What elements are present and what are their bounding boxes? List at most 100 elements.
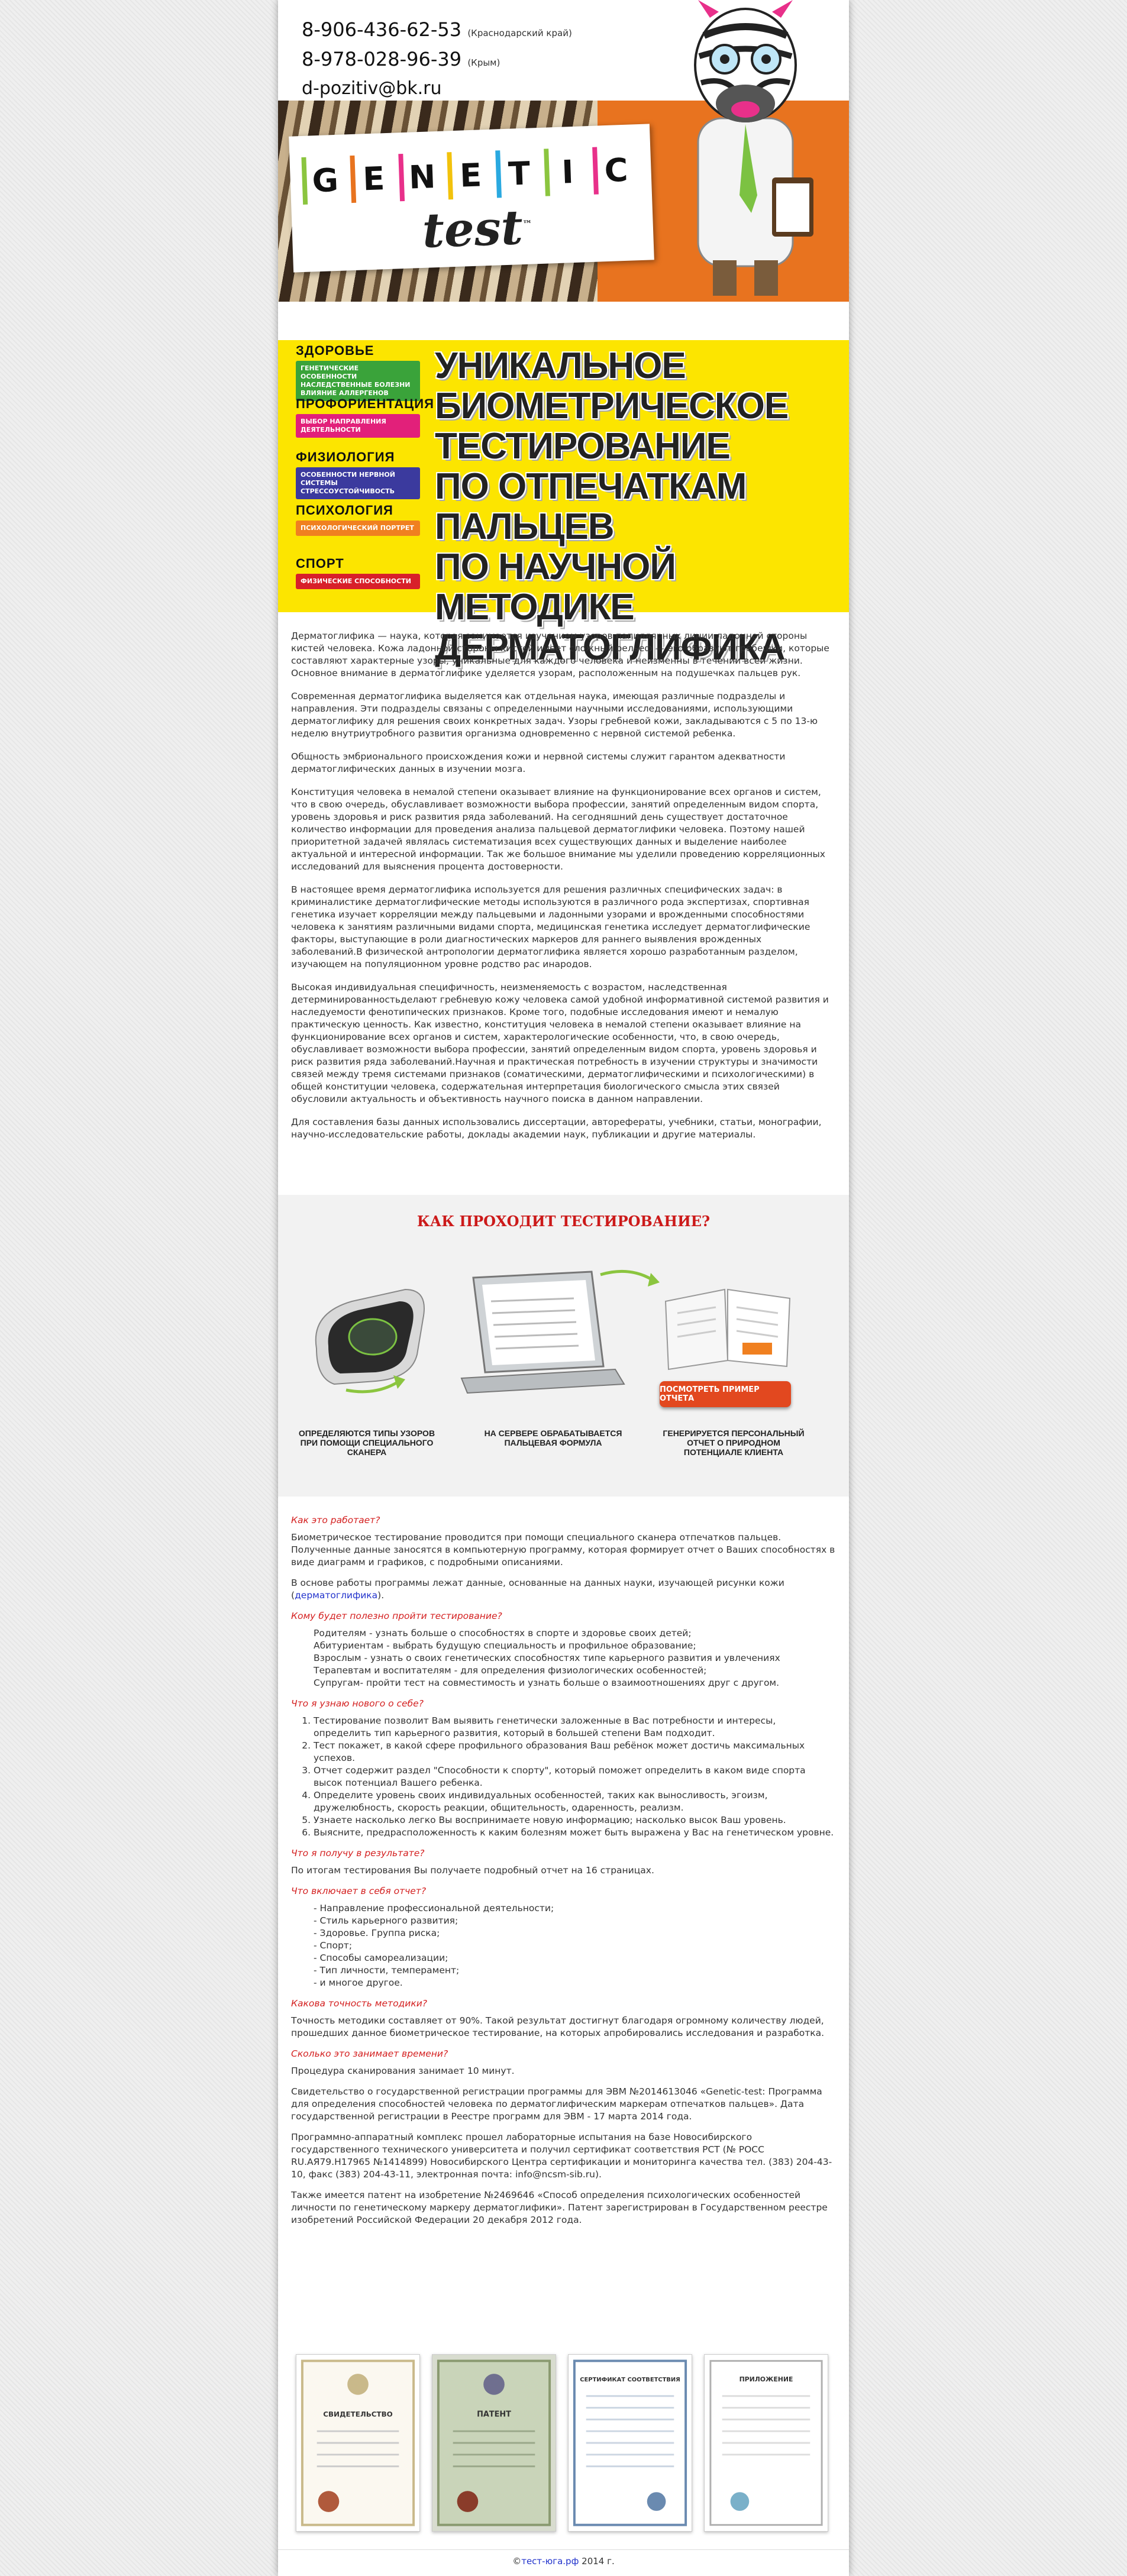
patent-paragraph: Также имеется патент на изобретение №246… [291,2190,828,2225]
genetic-test-logo: G E N E T I C test™ [289,124,654,273]
view-report-sample-button[interactable]: ПОСМОТРЕТЬ ПРИМЕР ОТЧЕТА [660,1381,791,1407]
faq-question: Сколько это занимает времени? [291,2048,448,2059]
article-text: Дерматоглифика — наука, которая занимает… [291,630,835,1152]
category-line: СТРЕССОУСТОЙЧИВОСТЬ [301,487,395,495]
logo-letter: C [592,146,635,195]
category-physiology: ФИЗИОЛОГИЯ ОСОБЕННОСТИ НЕРВНОЙ СИСТЕМЫ С… [296,450,420,499]
faq-answer-list: Тестирование позволит Вам выявить генети… [291,1715,835,1839]
list-item: - Спорт; [314,1940,353,1951]
list-item: Взрослым - узнать о своих генетических с… [314,1653,780,1663]
list-item: Определите уровень своих индивидуальных … [314,1789,835,1814]
category-title: ПСИХОЛОГИЯ [296,503,393,518]
main-headline: УНИКАЛЬНОЕ БИОМЕТРИЧЕСКОЕ ТЕСТИРОВАНИЕ П… [435,346,843,668]
report-booklet-image [664,1288,791,1371]
footer-year: 2014 г. [579,2556,615,2567]
category-health: ЗДОРОВЬЕ ГЕНЕТИЧЕСКИЕ ОСОБЕННОСТИ НАСЛЕД… [296,343,420,401]
list-item: Терапевтам и воспитателям - для определе… [314,1665,707,1676]
article-paragraph: Конституция человека в немалой степени о… [291,787,825,872]
faq-answer-list: Родителям - узнать больше о способностях… [291,1627,835,1689]
contacts: 8-906-436-62-53 (Краснодарский край) 8-9… [302,17,657,102]
faq-section: Как это работает? Биометрическое тестиро… [291,1514,835,2235]
step-caption: НА СЕРВЕРЕ ОБРАБАТЫВАЕТСЯ ПАЛЬЦЕВАЯ ФОРМ… [484,1428,622,1447]
list-item: Выясните, предрасположенность к каким бо… [314,1827,835,1839]
category-line: ДЕЯТЕЛЬНОСТИ [301,426,361,434]
patent-thumbnail[interactable]: ПАТЕНТ [432,2354,556,2532]
phone-number[interactable]: 8-906-436-62-53 [302,18,461,41]
step-caption: ГЕНЕРИРУЕТСЯ ПЕРСОНАЛЬНЫЙ ОТЧЕТ О ПРИРОД… [663,1428,805,1457]
certificates-gallery: СВИДЕТЕЛЬСТВО ПАТЕНТ СЕРТИФИКАТ СООТВЕТС… [296,2354,834,2532]
article-paragraph: Высокая индивидуальная специфичность, не… [291,982,829,1104]
category-title: ЗДОРОВЬЕ [296,343,374,358]
list-item: - Здоровье. Группа риска; [314,1928,440,1938]
logo-letter: G [301,156,345,205]
category-line: ПСИХОЛОГИЧЕСКИЙ ПОРТРЕТ [301,524,414,532]
dermatoglyphics-link[interactable]: дерматоглифика [295,1590,377,1601]
email-link[interactable]: d-pozitiv@bk.ru [302,76,657,102]
faq-answer: В основе работы программы лежат данные, … [291,1578,784,1601]
logo-letter: I [544,147,587,196]
logo-letters: G E N E T I C [301,146,635,205]
certificate-thumbnail[interactable]: СЕРТИФИКАТ СООТВЕТСТВИЯ [568,2354,692,2532]
list-item: Отчет содержит раздел "Способности к спо… [314,1764,835,1789]
footer-site-link[interactable]: тест-юга.рф [521,2556,579,2567]
logo-letter: T [495,149,538,198]
certificate-title: СВИДЕТЕЛЬСТВО [323,2410,392,2418]
article-paragraph: Для составления базы данных использовали… [291,1117,822,1140]
logo-letter: E [447,150,490,200]
feature-banner: ЗДОРОВЬЕ ГЕНЕТИЧЕСКИЕ ОСОБЕННОСТИ НАСЛЕД… [278,340,849,668]
headline-line: ПО НАУЧНОЙ МЕТОДИКЕ [435,547,676,628]
faq-question: Кому будет полезно пройти тестирование? [291,1611,502,1621]
phone-line-2: 8-978-028-96-39 (Крым) [302,46,657,76]
list-item: - и многое другое. [314,1977,403,1988]
faq-question: Как это работает? [291,1515,380,1525]
category-title: СПОРТ [296,556,344,571]
faq-answer: Точность методики составляет от 90%. Так… [291,2015,825,2038]
certificate-title: СЕРТИФИКАТ СООТВЕТСТВИЯ [580,2377,680,2383]
phone-region: (Краснодарский край) [467,28,572,38]
certification-paragraph: Программно-аппаратный комплекс прошел ла… [291,2132,832,2180]
list-item: Родителям - узнать больше о способностях… [314,1628,692,1638]
article-paragraph: Общность эмбрионального происхождения ко… [291,751,786,774]
article-paragraph: В настоящее время дерматоглифика использ… [291,884,810,969]
article-paragraph: Дерматоглифика — наука, которая занимает… [291,631,829,678]
article-paragraph: Современная дерматоглифика выделяется ка… [291,691,818,739]
headline-line: ПО ОТПЕЧАТКАМ ПАЛЬЦЕВ [435,466,747,547]
list-item: - Направление профессиональной деятельно… [314,1903,554,1914]
list-item: Узнаете насколько легко Вы воспринимаете… [314,1814,835,1827]
faq-answer: Биометрическое тестирование проводится п… [291,1532,835,1567]
logo-subtitle: test™ [421,199,532,258]
category-box: ОСОБЕННОСТИ НЕРВНОЙ СИСТЕМЫ СТРЕССОУСТОЙ… [296,467,420,499]
footer: ©тест-юга.рф 2014 г. [278,2549,849,2567]
list-item: Абитуриентам - выбрать будущую специальн… [314,1640,696,1651]
certificate-thumbnail[interactable]: ПРИЛОЖЕНИЕ [704,2354,828,2532]
category-line: ФИЗИЧЕСКИЕ СПОСОБНОСТИ [301,577,411,585]
faq-question: Что я узнаю нового о себе? [291,1698,424,1709]
category-psychology: ПСИХОЛОГИЯ ПСИХОЛОГИЧЕСКИЙ ПОРТРЕТ [296,503,420,536]
registration-paragraph: Свидетельство о государственной регистра… [291,2086,822,2122]
arrow-right-icon [345,1375,405,1394]
certificate-title: ПРИЛОЖЕНИЕ [740,2375,793,2383]
phone-number[interactable]: 8-978-028-96-39 [302,48,461,70]
list-item: - Стиль карьерного развития; [314,1915,458,1926]
category-box: ПСИХОЛОГИЧЕСКИЙ ПОРТРЕТ [296,521,420,536]
certificate-title: ПАТЕНТ [477,2410,511,2419]
footer-copy: © [512,2556,522,2567]
list-item: Тест покажет, в какой сфере профильного … [314,1740,835,1764]
category-box: ФИЗИЧЕСКИЕ СПОСОБНОСТИ [296,574,420,589]
logo-letter: E [350,154,393,203]
phone-region: (Крым) [467,57,500,68]
category-line: НАСЛЕДСТВЕННЫЕ БОЛЕЗНИ [301,381,411,389]
headline-line: БИОМЕТРИЧЕСКОЕ [435,386,789,426]
arrow-right-icon [600,1269,660,1287]
category-line: ОСОБЕННОСТИ НЕРВНОЙ СИСТЕМЫ [301,471,395,487]
faq-answer: Процедура сканирования занимает 10 минут… [291,2066,515,2076]
faq-answer: По итогам тестирования Вы получаете подр… [291,1865,654,1876]
faq-question: Что я получу в результате? [291,1848,425,1859]
category-title: ПРОФОРИЕНТАЦИЯ [296,396,434,411]
section-title: КАК ПРОХОДИТ ТЕСТИРОВАНИЕ? [416,1213,711,1230]
step-caption: ОПРЕДЕЛЯЮТСЯ ТИПЫ УЗОРОВ ПРИ ПОМОЩИ СПЕЦ… [298,1428,435,1457]
category-title: ФИЗИОЛОГИЯ [296,450,395,464]
category-career: ПРОФОРИЕНТАЦИЯ ВЫБОР НАПРАВЛЕНИЯ ДЕЯТЕЛЬ… [296,396,434,438]
certificate-thumbnail[interactable]: СВИДЕТЕЛЬСТВО [296,2354,420,2532]
list-item: Супругам- пройти тест на совместимость и… [314,1678,780,1688]
